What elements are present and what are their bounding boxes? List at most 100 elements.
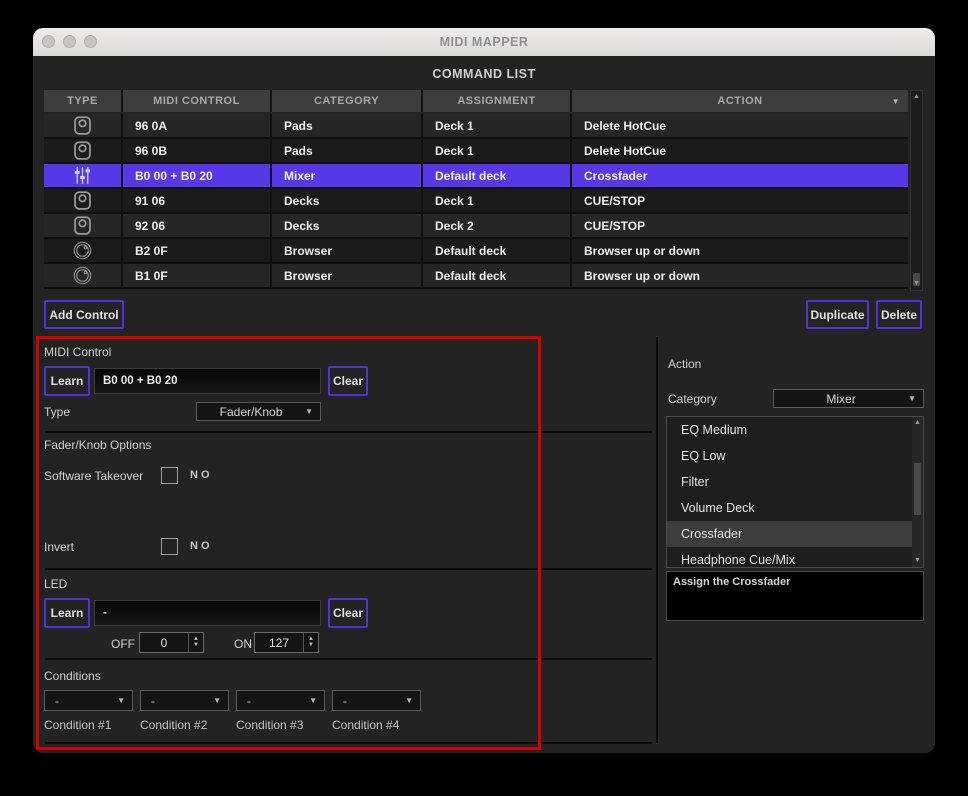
command-table-body: 96 0APadsDeck 1Delete HotCue96 0BPadsDec… <box>44 114 908 289</box>
cell-assignment: Deck 2 <box>423 214 572 237</box>
condition-label-3: Condition #3 <box>236 718 303 732</box>
chevron-down-icon: ▼ <box>405 696 420 705</box>
action-list-scrollbar[interactable]: ▲ ▼ <box>912 417 923 567</box>
condition-label-1: Condition #1 <box>44 718 111 732</box>
condition-dropdown-value: - <box>333 694 405 708</box>
led-on-label: ON <box>234 637 252 651</box>
cell-action: Delete HotCue <box>572 114 908 137</box>
condition-dropdown-4[interactable]: -▼ <box>332 690 421 711</box>
cell-assignment: Deck 1 <box>423 189 572 212</box>
cell-category: Pads <box>272 139 423 162</box>
table-row[interactable]: 91 06DecksDeck 1CUE/STOP <box>44 189 908 214</box>
cell-assignment: Deck 1 <box>423 139 572 162</box>
action-list-item[interactable]: Volume Deck <box>667 495 923 521</box>
cell-category: Decks <box>272 214 423 237</box>
button-icon <box>44 214 123 237</box>
column-header-midi-control[interactable]: MIDI CONTROL <box>123 90 272 112</box>
table-row[interactable]: B1 0FBrowserDefault deckBrowser up or do… <box>44 264 908 289</box>
action-list-item[interactable]: Filter <box>667 469 923 495</box>
category-label: Category <box>668 392 717 406</box>
cell-category: Mixer <box>272 164 423 187</box>
action-list-item[interactable]: Crossfader <box>667 521 923 547</box>
fader-options-section-title: Fader/Knob Options <box>44 438 151 452</box>
action-list-item[interactable]: EQ Medium <box>667 417 923 443</box>
table-row[interactable]: B0 00 + B0 20MixerDefault deckCrossfader <box>44 164 908 189</box>
spinner-down-icon[interactable]: ▼ <box>308 643 314 648</box>
command-list-heading: COMMAND LIST <box>33 67 935 81</box>
conditions-section-title: Conditions <box>44 669 101 683</box>
condition-dropdown-value: - <box>45 694 117 708</box>
column-header-action[interactable]: ACTION ▼ <box>572 90 908 112</box>
add-control-button[interactable]: Add Control <box>44 300 124 329</box>
table-scrollbar[interactable]: ▲ ▼ <box>910 90 923 291</box>
condition-dropdown-2[interactable]: -▼ <box>140 690 229 711</box>
cell-midi-control: B2 0F <box>123 239 272 262</box>
type-label: Type <box>44 405 70 419</box>
table-row[interactable]: 96 0APadsDeck 1Delete HotCue <box>44 114 908 139</box>
chevron-down-icon: ▼ <box>117 696 132 705</box>
led-off-label: OFF <box>111 637 135 651</box>
led-off-stepper[interactable]: 0 ▲ ▼ <box>139 632 204 653</box>
action-list-scrollbar-thumb[interactable] <box>914 463 921 515</box>
scroll-up-icon[interactable]: ▲ <box>912 418 923 428</box>
type-dropdown-value: Fader/Knob <box>197 405 305 419</box>
cell-category: Pads <box>272 114 423 137</box>
cell-assignment: Default deck <box>423 239 572 262</box>
scroll-down-icon[interactable]: ▼ <box>911 279 922 289</box>
sort-descending-icon[interactable]: ▼ <box>892 97 900 106</box>
scroll-down-icon[interactable]: ▼ <box>912 556 923 566</box>
cell-midi-control: 96 0B <box>123 139 272 162</box>
led-on-stepper[interactable]: 127 ▲ ▼ <box>254 632 319 653</box>
command-table-header: TYPE MIDI CONTROL CATEGORY ASSIGNMENT AC… <box>44 90 908 112</box>
column-header-type[interactable]: TYPE <box>44 90 123 112</box>
knob-icon <box>44 264 123 287</box>
action-list-item[interactable]: Headphone Cue/Mix <box>667 547 923 568</box>
table-row[interactable]: B2 0FBrowserDefault deckBrowser up or do… <box>44 239 908 264</box>
cell-category: Browser <box>272 264 423 287</box>
cell-action: Browser up or down <box>572 264 908 287</box>
section-divider <box>45 742 652 744</box>
cell-category: Decks <box>272 189 423 212</box>
condition-dropdown-1[interactable]: -▼ <box>44 690 133 711</box>
condition-dropdown-3[interactable]: -▼ <box>236 690 325 711</box>
section-divider <box>45 568 652 570</box>
software-takeover-checkbox[interactable] <box>161 467 178 484</box>
invert-checkbox[interactable] <box>161 538 178 555</box>
table-row[interactable]: 92 06DecksDeck 2CUE/STOP <box>44 214 908 239</box>
chevron-down-icon: ▼ <box>908 394 923 403</box>
scroll-up-icon[interactable]: ▲ <box>911 92 922 102</box>
spinner-down-icon[interactable]: ▼ <box>193 643 199 648</box>
invert-value: NO <box>190 540 213 552</box>
led-learn-button[interactable]: Learn <box>44 598 90 628</box>
chevron-down-icon: ▼ <box>305 407 320 416</box>
cell-assignment: Default deck <box>423 264 572 287</box>
delete-button[interactable]: Delete <box>876 300 922 329</box>
category-dropdown-value: Mixer <box>774 392 908 406</box>
screen: MIDI MAPPER COMMAND LIST TYPE MIDI CONTR… <box>0 0 968 796</box>
led-section-title: LED <box>44 577 67 591</box>
table-row[interactable]: 96 0BPadsDeck 1Delete HotCue <box>44 139 908 164</box>
cell-assignment: Default deck <box>423 164 572 187</box>
software-takeover-label: Software Takeover <box>44 469 143 483</box>
midi-learn-button[interactable]: Learn <box>44 366 90 396</box>
midi-clear-button[interactable]: Clear <box>328 366 368 396</box>
category-dropdown[interactable]: Mixer ▼ <box>773 389 924 408</box>
midi-control-field[interactable]: B0 00 + B0 20 <box>94 368 321 394</box>
software-takeover-value: NO <box>190 469 213 481</box>
fader-icon <box>44 164 123 187</box>
action-list-item[interactable]: EQ Low <box>667 443 923 469</box>
column-header-assignment[interactable]: ASSIGNMENT <box>423 90 572 112</box>
led-field[interactable]: - <box>94 600 321 626</box>
action-description: Assign the Crossfader <box>666 571 924 621</box>
type-dropdown[interactable]: Fader/Knob ▼ <box>196 402 321 421</box>
annotation-rectangle <box>36 336 541 750</box>
led-clear-button[interactable]: Clear <box>328 598 368 628</box>
action-section-title: Action <box>668 357 701 371</box>
duplicate-button[interactable]: Duplicate <box>806 300 869 329</box>
column-header-action-label: ACTION <box>717 95 762 107</box>
title-bar: MIDI MAPPER <box>33 28 935 56</box>
led-off-value: 0 <box>140 633 188 652</box>
column-header-category[interactable]: CATEGORY <box>272 90 423 112</box>
cell-midi-control: B0 00 + B0 20 <box>123 164 272 187</box>
midi-mapper-window: MIDI MAPPER COMMAND LIST TYPE MIDI CONTR… <box>33 28 935 753</box>
